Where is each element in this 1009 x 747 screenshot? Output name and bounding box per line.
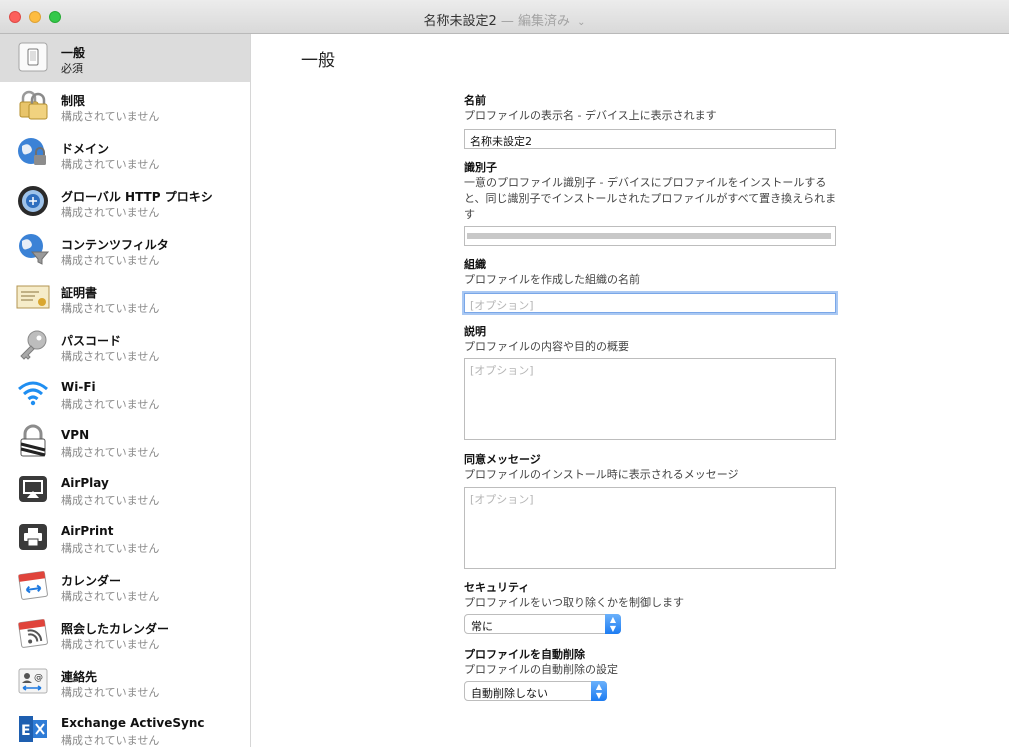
- edited-status: 編集済み: [518, 14, 571, 29]
- select-stepper-icon: ▲ ▼: [605, 614, 621, 634]
- sidebar-item-label: AirPrint: [61, 524, 114, 538]
- auto-remove-label: プロファイルを自動削除: [464, 648, 585, 661]
- sidebar-item-label: 証明書: [61, 286, 98, 300]
- sidebar-item-status: 構成されていません: [61, 686, 160, 699]
- sidebar-item-label: カレンダー: [61, 574, 122, 588]
- svg-text:E: E: [21, 723, 31, 739]
- domains-globe-icon: [18, 138, 46, 165]
- document-name: 名称未設定2: [423, 14, 497, 29]
- sidebar-item-status: 構成されていません: [61, 158, 160, 171]
- calendar-icon: [18, 571, 48, 600]
- security-select[interactable]: 常に ▲ ▼: [464, 614, 621, 634]
- description-label: 説明: [464, 325, 486, 338]
- title-separator: —: [500, 14, 514, 29]
- airplay-icon: [19, 476, 47, 502]
- sidebar-item-label: パスコード: [61, 334, 122, 348]
- security-selected-value: 常に: [471, 620, 493, 633]
- sidebar-item-label: グローバル HTTP プロキシ: [61, 190, 213, 204]
- airprint-icon: [19, 524, 47, 550]
- description-description: プロファイルの内容や目的の概要: [464, 340, 629, 353]
- subscribed-calendar-icon: [18, 619, 48, 648]
- identifier-description: 一意のプロファイル識別子 - デバイスにプロファイルをインストールすると、同じ識…: [464, 176, 837, 221]
- sidebar-item-label: ドメイン: [61, 142, 110, 156]
- sidebar-item-global-http-proxy[interactable]: グローバル HTTP プロキシ 構成されていません: [0, 178, 250, 226]
- sidebar-item-status: 構成されていません: [61, 254, 160, 267]
- sidebar-item-status: 構成されていません: [61, 398, 160, 411]
- sidebar-item-passcode[interactable]: パスコード 構成されていません: [0, 322, 250, 370]
- contacts-icon: @: [18, 668, 48, 694]
- passcode-key-icon: [20, 330, 47, 360]
- global-proxy-icon: [18, 186, 48, 216]
- vpn-lock-icon: [20, 424, 46, 457]
- general-settings-panel: 一般 名前 プロファイルの表示名 - デバイス上に表示されます 名称未設定2 識…: [252, 34, 1009, 747]
- sidebar-item-status: 構成されていません: [61, 590, 160, 603]
- sidebar-item-exchange-activesync[interactable]: E Exchange ActiveSync 構成されていません: [0, 706, 250, 747]
- organization-description: プロファイルを作成した組織の名前: [464, 273, 640, 286]
- sidebar-item-airprint[interactable]: AirPrint 構成されていません: [0, 514, 250, 562]
- payload-sidebar: 一般 必須 制限 構成されていません ドメイン 構成されていません グローバル …: [0, 34, 251, 747]
- wifi-icon: [18, 381, 48, 406]
- sidebar-item-subscribed-calendars[interactable]: 照会したカレンダー 構成されていません: [0, 610, 250, 658]
- sidebar-item-calendar[interactable]: カレンダー 構成されていません: [0, 562, 250, 610]
- sidebar-item-status: 必須: [61, 62, 83, 75]
- auto-remove-description: プロファイルの自動削除の設定: [464, 663, 618, 676]
- sidebar-item-vpn[interactable]: VPN 構成されていません: [0, 418, 250, 466]
- restrictions-icon: [19, 90, 48, 120]
- consent-message-textarea[interactable]: [オプション]: [464, 487, 836, 569]
- sidebar-item-status: 構成されていません: [61, 542, 160, 555]
- sidebar-item-status: 構成されていません: [61, 206, 160, 219]
- select-stepper-icon: ▲ ▼: [591, 681, 607, 701]
- sidebar-item-status: 構成されていません: [61, 110, 160, 123]
- sidebar-item-status: 構成されていません: [61, 734, 160, 747]
- sidebar-item-content-filter[interactable]: コンテンツフィルタ 構成されていません: [0, 226, 250, 274]
- identifier-field[interactable]: [464, 226, 836, 246]
- chevron-down-icon[interactable]: ⌄: [577, 17, 585, 28]
- title-bar: 名称未設定2 — 編集済み ⌄: [0, 0, 1009, 34]
- sidebar-item-label: VPN: [61, 428, 90, 442]
- organization-label: 組織: [464, 258, 486, 271]
- sidebar-item-general[interactable]: 一般 必須: [0, 34, 250, 82]
- sidebar-item-label: 制限: [61, 94, 86, 108]
- sidebar-item-status: 構成されていません: [61, 446, 160, 459]
- content-filter-icon: [19, 234, 50, 265]
- auto-remove-selected-value: 自動削除しない: [471, 687, 548, 700]
- exchange-icon: E: [19, 716, 47, 742]
- page-title: 一般: [301, 51, 335, 71]
- profile-editor-window: 名称未設定2 — 編集済み ⌄ 一般 必須 制限 構成されていません ドメイン …: [0, 0, 1009, 747]
- security-description: プロファイルをいつ取り除くかを制御します: [464, 596, 684, 609]
- sidebar-item-label: AirPlay: [61, 476, 109, 490]
- sidebar-item-label: Exchange ActiveSync: [61, 716, 205, 730]
- security-label: セキュリティ: [464, 581, 530, 594]
- general-icon: [18, 42, 48, 72]
- redacted-identifier: [467, 233, 831, 239]
- window-title[interactable]: 名称未設定2 — 編集済み ⌄: [0, 10, 1009, 29]
- identifier-label: 識別子: [464, 161, 497, 174]
- sidebar-item-airplay[interactable]: AirPlay 構成されていません: [0, 466, 250, 514]
- auto-remove-select[interactable]: 自動削除しない ▲ ▼: [464, 681, 607, 701]
- sidebar-item-certificates[interactable]: 証明書 構成されていません: [0, 274, 250, 322]
- organization-field[interactable]: [オプション]: [464, 293, 836, 313]
- sidebar-item-status: 構成されていません: [61, 350, 160, 363]
- consent-message-label: 同意メッセージ: [464, 453, 541, 466]
- name-field[interactable]: 名称未設定2: [464, 129, 836, 149]
- consent-message-description: プロファイルのインストール時に表示されるメッセージ: [464, 468, 739, 481]
- name-description: プロファイルの表示名 - デバイス上に表示されます: [464, 109, 717, 122]
- sidebar-item-status: 構成されていません: [61, 302, 160, 315]
- name-label: 名前: [464, 94, 486, 107]
- sidebar-item-status: 構成されていません: [61, 638, 160, 651]
- sidebar-item-label: コンテンツフィルタ: [61, 238, 169, 252]
- certificate-icon: [16, 285, 50, 309]
- sidebar-item-status: 構成されていません: [61, 494, 160, 507]
- svg-text:@: @: [34, 673, 43, 683]
- sidebar-item-label: 照会したカレンダー: [61, 622, 170, 636]
- sidebar-item-contacts[interactable]: @ 連絡先 構成されていません: [0, 658, 250, 706]
- sidebar-item-label: 一般: [61, 46, 86, 60]
- sidebar-item-label: 連絡先: [61, 670, 98, 684]
- sidebar-item-domains[interactable]: ドメイン 構成されていません: [0, 130, 250, 178]
- description-textarea[interactable]: [オプション]: [464, 358, 836, 440]
- sidebar-item-wifi[interactable]: Wi-Fi 構成されていません: [0, 370, 250, 418]
- sidebar-item-label: Wi-Fi: [61, 380, 96, 394]
- sidebar-item-restrictions[interactable]: 制限 構成されていません: [0, 82, 250, 130]
